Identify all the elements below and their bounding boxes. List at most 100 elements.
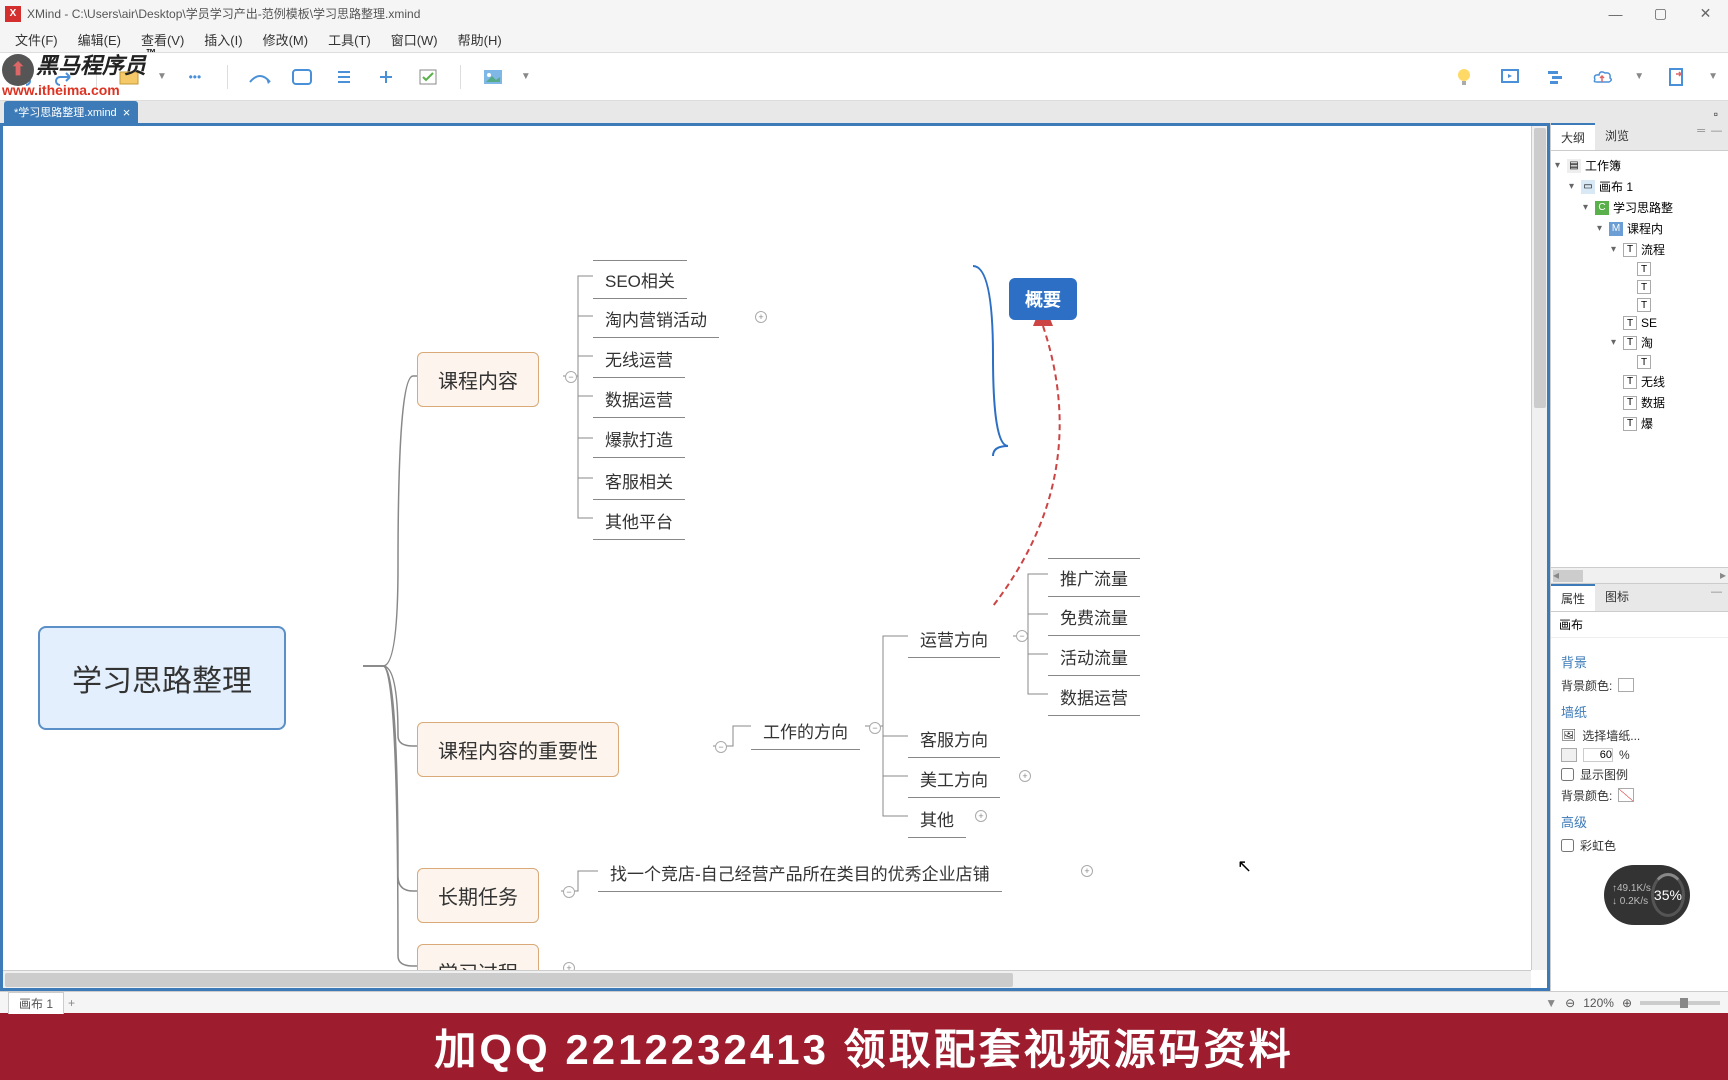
close-button[interactable]: ✕ — [1683, 0, 1728, 27]
properties-panel: 属性 图标 — 画布 背景 背景颜色: 墙纸 🖼 选择墙纸... — [1551, 583, 1728, 992]
logo-heima: ⬆黑马程序员™ www.itheima.com — [2, 48, 156, 98]
document-tab[interactable]: *学习思路整理.xmind × — [4, 101, 138, 123]
tab-browse[interactable]: 浏览 — [1595, 123, 1639, 150]
app-icon: X — [5, 6, 21, 22]
subtopic[interactable]: 淘内营销活动 — [593, 300, 719, 338]
progress-circle: 35% — [1651, 873, 1685, 917]
dropdown-icon[interactable]: ▼ — [521, 71, 531, 82]
menu-bar: 文件(F) 编辑(E) 查看(V) 插入(I) 修改(M) 工具(T) 窗口(W… — [0, 27, 1728, 53]
checkbox[interactable] — [1561, 768, 1574, 781]
summary-button[interactable] — [330, 63, 358, 91]
expander-icon[interactable]: − — [1016, 630, 1028, 642]
dropdown-icon[interactable]: ▼ — [1708, 71, 1718, 82]
expander-icon[interactable]: − — [565, 371, 577, 383]
expander-icon[interactable]: + — [975, 810, 987, 822]
export-button[interactable] — [1662, 63, 1690, 91]
menu-modify[interactable]: 修改(M) — [253, 26, 319, 53]
prop-bg-color[interactable]: 背景颜色: — [1561, 677, 1718, 694]
subtopic[interactable]: SEO相关 — [593, 260, 687, 299]
filter-icon[interactable]: ▼ — [1545, 996, 1557, 1010]
image-button[interactable] — [479, 63, 507, 91]
opacity-input[interactable] — [1583, 748, 1613, 762]
main-area: 学习思路整理 课程内容 − SEO相关 淘内营销活动 + 无线运营 数据运营 爆… — [0, 123, 1728, 991]
zoom-in-button[interactable]: ⊕ — [1622, 996, 1632, 1010]
subtopic[interactable]: 活动流量 — [1048, 638, 1140, 676]
idea-button[interactable] — [1450, 63, 1478, 91]
menu-window[interactable]: 窗口(W) — [381, 26, 448, 53]
more-button[interactable]: ••• — [181, 63, 209, 91]
checkbox[interactable] — [1561, 839, 1574, 852]
topic-longterm[interactable]: 长期任务 — [417, 868, 539, 923]
subtopic[interactable]: 美工方向 — [908, 760, 1000, 798]
menu-tools[interactable]: 工具(T) — [318, 26, 381, 53]
panel-minimize-icon[interactable]: — — [1711, 125, 1722, 148]
panel-minimize-icon[interactable]: — — [1711, 586, 1722, 609]
expander-icon[interactable]: + — [755, 311, 767, 323]
section-wallpaper: 墙纸 — [1561, 702, 1718, 721]
subtopic[interactable]: 数据运营 — [1048, 678, 1140, 716]
topic-course-content[interactable]: 课程内容 — [417, 352, 539, 407]
expander-icon[interactable]: + — [1081, 865, 1093, 877]
menu-insert[interactable]: 插入(I) — [194, 26, 252, 53]
prop-opacity[interactable]: % — [1561, 748, 1718, 762]
gantt-button[interactable] — [1542, 63, 1570, 91]
sheet-tab[interactable]: 画布 1 — [8, 992, 64, 1014]
expander-icon[interactable]: − — [563, 886, 575, 898]
subtopic[interactable]: 无线运营 — [593, 340, 685, 378]
tab-label: *学习思路整理.xmind — [14, 104, 117, 120]
tab-view-toggle[interactable]: ▫ — [1708, 105, 1724, 123]
subtopic[interactable]: 工作的方向 — [751, 712, 860, 750]
tab-properties[interactable]: 属性 — [1551, 584, 1595, 611]
maximize-button[interactable]: ▢ — [1638, 0, 1683, 27]
tab-icons[interactable]: 图标 — [1595, 584, 1639, 611]
tree-scrollbar[interactable]: ◂▸ — [1551, 567, 1728, 583]
right-panel: 大纲 浏览 ═ — ▾▤工作簿 ▾▭画布 1 ▾C学习思路整 ▾M课程内 ▾T流程… — [1550, 123, 1728, 991]
zoom-out-button[interactable]: ⊖ — [1565, 996, 1575, 1010]
image-icon: 🖼 — [1561, 728, 1576, 742]
presentation-button[interactable] — [1496, 63, 1524, 91]
expander-icon[interactable]: − — [869, 722, 881, 734]
subtopic[interactable]: 其他平台 — [593, 502, 685, 540]
topic-importance[interactable]: 课程内容的重要性 — [417, 722, 619, 777]
prop-rainbow[interactable]: 彩虹色 — [1561, 837, 1718, 854]
upload-button[interactable] — [1588, 63, 1616, 91]
relationship-button[interactable] — [246, 63, 274, 91]
subtopic[interactable]: 数据运营 — [593, 380, 685, 418]
root-node[interactable]: 学习思路整理 — [38, 626, 286, 730]
task-button[interactable] — [414, 63, 442, 91]
color-swatch[interactable] — [1618, 678, 1634, 692]
vertical-scrollbar[interactable] — [1531, 126, 1547, 970]
subtopic[interactable]: 运营方向 — [908, 620, 1000, 658]
color-swatch[interactable] — [1618, 788, 1634, 802]
prop-show-legend[interactable]: 显示图例 — [1561, 766, 1718, 783]
subtopic[interactable]: 推广流量 — [1048, 558, 1140, 597]
subtopic[interactable]: 客服相关 — [593, 462, 685, 500]
subtopic[interactable]: 其他 — [908, 800, 966, 838]
panel-menu-icon[interactable]: ═ — [1697, 125, 1705, 148]
close-tab-icon[interactable]: × — [123, 105, 131, 120]
subtopic[interactable]: 找一个竞店-自己经营产品所在类目的优秀企业店铺 — [598, 854, 1002, 892]
dropdown-icon[interactable]: ▼ — [1634, 71, 1644, 82]
menu-help[interactable]: 帮助(H) — [448, 26, 512, 53]
minimize-button[interactable]: — — [1593, 0, 1638, 27]
outline-tabs: 大纲 浏览 ═ — — [1551, 123, 1728, 151]
subtopic[interactable]: 爆款打造 — [593, 420, 685, 458]
prop-bg-color2[interactable]: 背景颜色: — [1561, 787, 1718, 804]
dropdown-icon[interactable]: ▼ — [157, 71, 167, 82]
expander-icon[interactable]: + — [1019, 770, 1031, 782]
mindmap-canvas[interactable]: 学习思路整理 课程内容 − SEO相关 淘内营销活动 + 无线运营 数据运营 爆… — [3, 126, 1547, 988]
outline-tree[interactable]: ▾▤工作簿 ▾▭画布 1 ▾C学习思路整 ▾M课程内 ▾T流程 T T T TS… — [1551, 151, 1728, 567]
props-context: 画布 — [1551, 612, 1728, 638]
subtopic[interactable]: 客服方向 — [908, 720, 1000, 758]
tab-outline[interactable]: 大纲 — [1551, 123, 1595, 150]
expander-icon[interactable]: − — [715, 741, 727, 753]
boundary-button[interactable] — [288, 63, 316, 91]
summary-node[interactable]: 概要 — [1009, 278, 1077, 320]
canvas-viewport[interactable]: 学习思路整理 课程内容 − SEO相关 淘内营销活动 + 无线运营 数据运营 爆… — [0, 123, 1550, 991]
add-node-button[interactable] — [372, 63, 400, 91]
horizontal-scrollbar[interactable] — [3, 970, 1531, 988]
prop-select-wallpaper[interactable]: 🖼 选择墙纸... — [1561, 727, 1718, 744]
subtopic[interactable]: 免费流量 — [1048, 598, 1140, 636]
add-sheet-button[interactable]: + — [68, 996, 75, 1010]
zoom-slider[interactable] — [1640, 1001, 1720, 1005]
